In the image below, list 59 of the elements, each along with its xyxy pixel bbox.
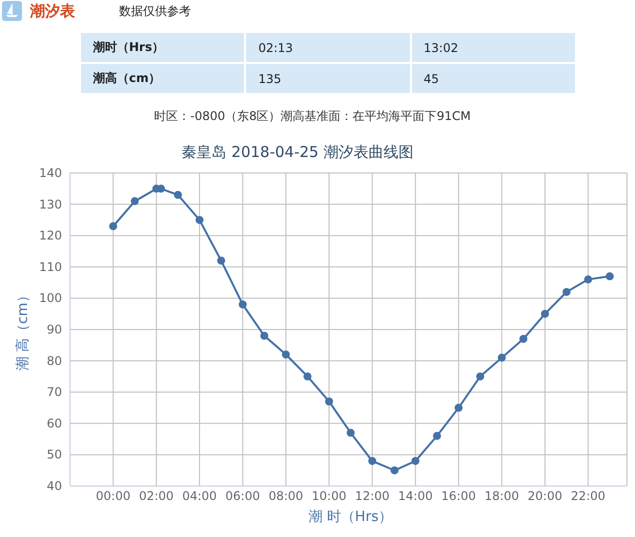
y-tick-label: 60 bbox=[46, 416, 62, 430]
data-point bbox=[519, 334, 528, 343]
y-tick-label: 80 bbox=[46, 354, 62, 368]
data-point bbox=[540, 310, 549, 318]
data-point bbox=[109, 222, 118, 230]
data-point bbox=[260, 332, 268, 340]
y-tick-label: 140 bbox=[39, 166, 62, 180]
data-point bbox=[390, 466, 399, 474]
x-tick-label: 10:00 bbox=[312, 489, 346, 503]
y-tick-label: 130 bbox=[39, 197, 62, 212]
x-tick-label: 02:00 bbox=[139, 489, 174, 503]
x-tick-label: 20:00 bbox=[528, 489, 562, 503]
data-point bbox=[411, 456, 420, 465]
x-axis-title: 潮 时（Hrs） bbox=[308, 509, 393, 525]
data-point bbox=[217, 256, 226, 265]
data-point bbox=[303, 372, 312, 380]
datum-note: 时区：-0800（东8区）潮高基准面：在平均海平面下91CM bbox=[153, 108, 472, 125]
table-header-cell: 潮时（Hrs） bbox=[80, 32, 246, 63]
disclaimer-text: 数据仅供参考 bbox=[119, 2, 191, 20]
x-tick-label: 16:00 bbox=[441, 489, 476, 503]
x-tick-label: 14:00 bbox=[398, 489, 433, 503]
y-tick-label: 100 bbox=[39, 291, 62, 306]
data-point bbox=[476, 372, 484, 380]
data-point bbox=[130, 197, 139, 206]
y-tick-label: 70 bbox=[46, 385, 62, 400]
x-tick-label: 00:00 bbox=[96, 489, 130, 503]
x-tick-label: 18:00 bbox=[484, 489, 520, 503]
x-tick-label: 06:00 bbox=[225, 489, 260, 503]
data-point bbox=[325, 398, 334, 406]
x-tick-label: 12:00 bbox=[354, 489, 390, 503]
data-point bbox=[238, 300, 247, 308]
y-tick-label: 40 bbox=[46, 479, 62, 493]
data-point bbox=[433, 432, 442, 440]
table-cell: 13:02 bbox=[410, 32, 576, 63]
data-point bbox=[282, 350, 290, 359]
data-point bbox=[196, 216, 204, 224]
data-point bbox=[368, 456, 376, 465]
table-cell: 45 bbox=[410, 63, 576, 94]
page-title: 潮汐表 bbox=[30, 2, 75, 20]
data-point bbox=[454, 404, 463, 412]
x-tick-label: 08:00 bbox=[268, 489, 304, 503]
data-point bbox=[584, 275, 592, 284]
y-tick-label: 120 bbox=[39, 228, 62, 243]
table-cell: 02:13 bbox=[245, 32, 411, 63]
y-tick-label: 90 bbox=[46, 322, 62, 336]
y-tick-label: 110 bbox=[39, 260, 62, 274]
data-point bbox=[157, 184, 166, 193]
y-axis-title: 潮 高（cm） bbox=[15, 288, 31, 370]
chart-title: 秦皇岛 2018-04-25 潮汐表曲线图 bbox=[180, 143, 414, 162]
data-point bbox=[562, 288, 571, 296]
data-point bbox=[498, 354, 506, 362]
table-header-cell: 潮高（cm） bbox=[80, 63, 246, 94]
y-tick-label: 50 bbox=[46, 448, 62, 462]
data-point bbox=[606, 272, 614, 280]
data-point bbox=[174, 190, 182, 199]
x-tick-label: 22:00 bbox=[570, 489, 606, 503]
table-cell: 135 bbox=[245, 63, 411, 94]
x-tick-label: 04:00 bbox=[182, 489, 217, 503]
data-point bbox=[346, 428, 355, 437]
